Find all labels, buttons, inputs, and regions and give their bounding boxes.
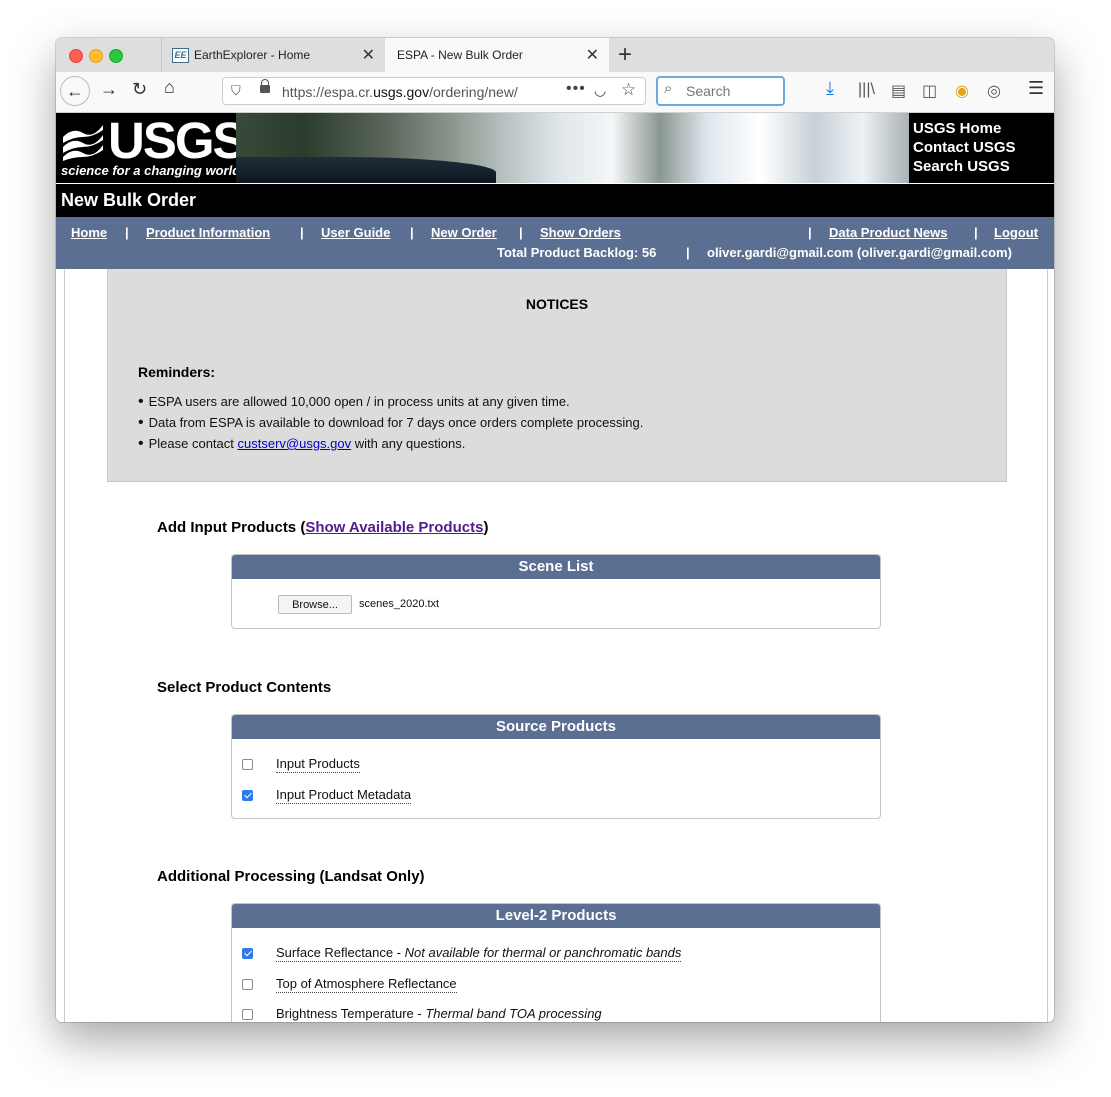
tab-label: ESPA - New Bulk Order	[397, 48, 523, 62]
forward-icon[interactable]: →	[100, 79, 118, 100]
header-links: USGS Home Contact USGS Search USGS	[913, 119, 1016, 176]
page-title-bar: New Bulk Order	[56, 183, 1054, 218]
extension-icon[interactable]: ◉	[955, 81, 969, 101]
usgs-banner: USGS science for a changing world USGS H…	[56, 113, 1054, 183]
input-products-label[interactable]: Input Products	[276, 756, 360, 773]
list-item: Data from ESPA is available to download …	[138, 412, 644, 433]
contact-usgs-link[interactable]: Contact USGS	[913, 138, 1016, 157]
browse-button[interactable]: Browse...	[278, 595, 352, 614]
close-tab-icon[interactable]: ✕	[586, 45, 599, 65]
tab-earthexplorer[interactable]: EE EarthExplorer - Home ✕	[161, 38, 386, 72]
url-bar[interactable]: ⛉ https://espa.cr.usgs.gov/ordering/new/…	[222, 77, 646, 105]
page-title: New Bulk Order	[61, 190, 197, 210]
nav-separator: |	[125, 225, 129, 240]
add-input-products-heading: Add Input Products (Show Available Produ…	[157, 519, 489, 536]
input-product-metadata-label[interactable]: Input Product Metadata	[276, 787, 412, 804]
zoom-window-button[interactable]	[109, 49, 123, 63]
user-account-info: oliver.gardi@gmail.com (oliver.gardi@gma…	[707, 245, 1012, 260]
url-text[interactable]: https://espa.cr.usgs.gov/ordering/new/	[282, 84, 518, 100]
brightness-temperature-label[interactable]: Brightness Temperature - Thermal band TO…	[276, 1006, 602, 1022]
brightness-temperature-checkbox[interactable]	[242, 1009, 253, 1020]
nav-separator: |	[519, 225, 523, 240]
usgs-tagline: science for a changing world	[61, 163, 241, 178]
reader-icon[interactable]: ▤	[891, 81, 906, 101]
new-tab-icon[interactable]: +	[618, 41, 632, 69]
reminders-list: ESPA users are allowed 10,000 open / in …	[138, 391, 644, 454]
scene-list-title: Scene List	[232, 555, 880, 579]
close-tab-icon[interactable]: ✕	[362, 45, 375, 65]
lock-icon[interactable]	[260, 79, 270, 93]
input-product-metadata-checkbox[interactable]	[242, 790, 253, 801]
nav-show-orders-link[interactable]: Show Orders	[540, 225, 621, 240]
input-products-checkbox[interactable]	[242, 759, 253, 770]
level2-products-title: Level-2 Products	[232, 904, 880, 928]
back-icon[interactable]: ←	[60, 76, 90, 106]
nav-data-product-news-link[interactable]: Data Product News	[829, 225, 947, 240]
nav-separator: |	[410, 225, 414, 240]
search-input[interactable]	[686, 83, 778, 99]
earthexplorer-favicon-icon: EE	[172, 48, 189, 63]
surface-reflectance-label[interactable]: Surface Reflectance - Not available for …	[276, 945, 682, 962]
download-icon[interactable]: ⤓	[826, 78, 834, 99]
site-nav: Home | Product Information | User Guide …	[56, 217, 1054, 269]
tab-strip: EE EarthExplorer - Home ✕ ESPA - New Bul…	[56, 38, 1054, 72]
library-icon[interactable]: |||\	[858, 81, 875, 99]
bookmark-star-icon[interactable]: ☆	[621, 80, 636, 100]
toa-reflectance-label[interactable]: Top of Atmosphere Reflectance	[276, 976, 457, 993]
reload-icon[interactable]: ↻	[132, 79, 147, 100]
nav-separator: |	[300, 225, 304, 240]
search-box[interactable]: ⌕	[656, 76, 785, 106]
additional-processing-heading: Additional Processing (Landsat Only)	[157, 868, 425, 885]
nav-user-guide-link[interactable]: User Guide	[321, 225, 390, 240]
custserv-email-link[interactable]: custserv@usgs.gov	[238, 436, 352, 451]
home-icon[interactable]: ⌂	[164, 77, 175, 98]
nav-product-information-link[interactable]: Product Information	[146, 225, 270, 240]
nav-logout-link[interactable]: Logout	[994, 225, 1038, 240]
main-content: NOTICES Reminders: ESPA users are allowe…	[64, 269, 1048, 1022]
nav-new-order-link[interactable]: New Order	[431, 225, 497, 240]
nav-separator: |	[808, 225, 812, 240]
tab-espa-new-bulk-order[interactable]: ESPA - New Bulk Order ✕	[385, 38, 609, 72]
show-available-products-link[interactable]: Show Available Products	[305, 519, 483, 536]
close-window-button[interactable]	[69, 49, 83, 63]
menu-icon[interactable]: ☰	[1028, 78, 1044, 99]
nav-separator: |	[686, 245, 690, 260]
reminders-label: Reminders:	[138, 364, 216, 380]
account-icon[interactable]: ◎	[987, 81, 1001, 101]
minimize-window-button[interactable]	[89, 49, 103, 63]
select-product-contents-heading: Select Product Contents	[157, 679, 332, 696]
web-page: USGS science for a changing world USGS H…	[56, 113, 1054, 1022]
selected-file-name: scenes_2020.txt	[359, 598, 440, 610]
tab-label: EarthExplorer - Home	[194, 48, 311, 62]
nav-home-link[interactable]: Home	[71, 225, 107, 240]
source-products-title: Source Products	[232, 715, 880, 739]
notices-title: NOTICES	[525, 296, 589, 312]
surface-reflectance-checkbox[interactable]	[242, 948, 253, 959]
shield-icon[interactable]: ⛉	[231, 83, 241, 99]
list-item: ESPA users are allowed 10,000 open / in …	[138, 391, 643, 412]
nav-separator: |	[974, 225, 978, 240]
browser-window: EE EarthExplorer - Home ✕ ESPA - New Bul…	[56, 38, 1054, 1022]
usgs-wave-logo-icon	[63, 125, 103, 161]
product-backlog: Total Product Backlog: 56	[497, 245, 657, 260]
usgs-home-link[interactable]: USGS Home	[913, 119, 1016, 138]
search-icon: ⌕	[664, 80, 673, 97]
banner-photo-sea	[236, 157, 496, 183]
list-item: Please contact custserv@usgs.gov with an…	[138, 433, 643, 454]
source-products-panel: Source Products Input Products Input Pro…	[231, 714, 881, 819]
toa-reflectance-checkbox[interactable]	[242, 979, 253, 990]
scene-list-panel: Scene List Browse... scenes_2020.txt	[231, 554, 881, 629]
search-usgs-link[interactable]: Search USGS	[913, 157, 1016, 176]
level2-products-panel: Level-2 Products Surface Reflectance - N…	[231, 903, 881, 1022]
browser-toolbar: ← → ↻ ⌂ ⛉ https://espa.cr.usgs.gov/order…	[56, 72, 1054, 113]
more-icon[interactable]: •••	[566, 80, 586, 98]
usgs-logo-text[interactable]: USGS	[108, 113, 247, 170]
pocket-icon[interactable]: ◡	[594, 82, 606, 99]
sidebar-icon[interactable]: ◫	[922, 81, 937, 101]
banner-photo	[236, 113, 909, 183]
notices-box: NOTICES Reminders: ESPA users are allowe…	[107, 269, 1007, 482]
